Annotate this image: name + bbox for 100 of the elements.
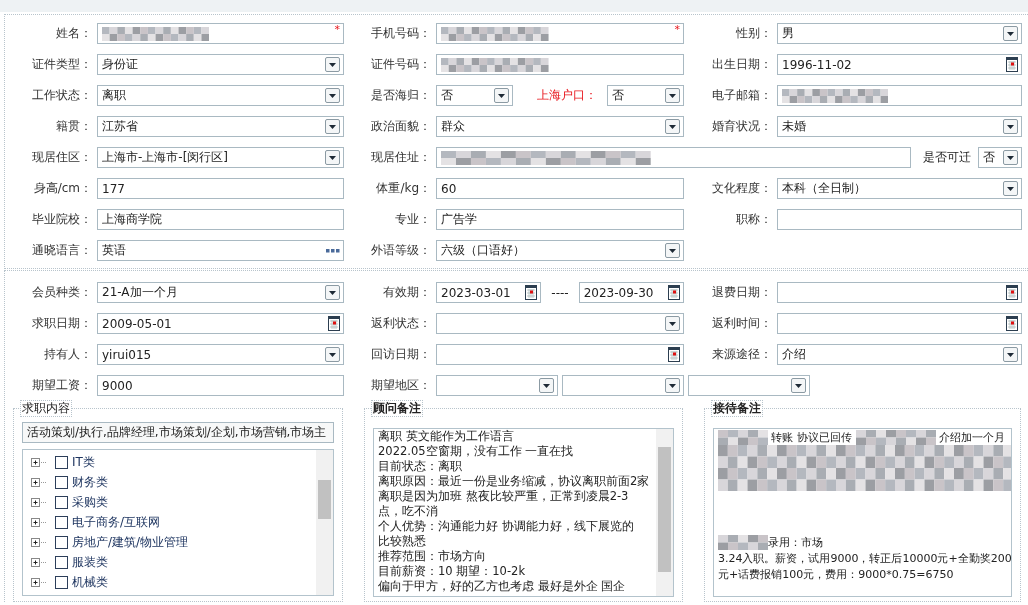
checkbox[interactable] <box>55 575 68 589</box>
field-label: 性别： <box>735 25 773 42</box>
checkbox[interactable] <box>55 515 68 529</box>
dropdown[interactable]: 江苏省 <box>97 116 344 137</box>
text-field[interactable]: 177 <box>97 178 344 199</box>
dropdown[interactable] <box>562 375 684 396</box>
dropdown[interactable]: 离职 <box>97 85 344 106</box>
dropdown[interactable]: 否 <box>607 85 684 106</box>
expand-icon[interactable] <box>31 457 47 467</box>
dropdown[interactable]: 上海市-上海市-[闵行区] <box>97 147 344 168</box>
field-label: 有效期： <box>382 284 432 301</box>
note-line: 目前状态：离职 <box>378 459 463 474</box>
date-field[interactable]: 1996-11-02 <box>777 54 1022 75</box>
expand-icon[interactable] <box>31 577 47 587</box>
dropdown[interactable]: 本科（全日制） <box>777 178 1022 199</box>
dropdown[interactable]: 群众 <box>436 116 684 137</box>
dropdown[interactable]: yirui015 <box>97 344 344 365</box>
group-title: 接待备注 <box>711 400 763 417</box>
calendar-icon <box>1006 316 1018 331</box>
field-label: 返利时间： <box>711 315 773 332</box>
checkbox[interactable] <box>55 495 68 509</box>
blurred-text-drawing <box>718 534 768 550</box>
text-field[interactable] <box>777 209 1022 230</box>
field-label: 期望工资： <box>31 377 93 394</box>
text-field[interactable]: 英语 <box>97 240 344 261</box>
tree-item[interactable]: 电子商务/互联网 <box>72 513 161 531</box>
dropdown[interactable]: 未婚 <box>777 116 1022 137</box>
date-field[interactable]: 2023-09-30 <box>578 282 684 303</box>
field-label: 婚育状况： <box>711 118 773 135</box>
field-label: 工作状态： <box>31 87 93 104</box>
date-field[interactable]: 2009-05-01 <box>97 313 344 334</box>
dropdown[interactable]: 否 <box>436 85 513 106</box>
field-label: 现居住址： <box>370 149 432 166</box>
field-label: 会员种类： <box>31 284 93 301</box>
note-line: 个人优势：沟通能力好 协调能力好，线下展览的 <box>378 519 635 534</box>
range-separator: ---- <box>551 285 569 300</box>
text-field[interactable]: * <box>97 23 344 44</box>
date-field[interactable]: 2023-03-01 <box>436 282 542 303</box>
text-field[interactable] <box>436 54 684 75</box>
text-field[interactable] <box>777 85 1022 106</box>
tree-item[interactable]: 采购类 <box>72 493 108 511</box>
text-field[interactable]: * <box>436 23 684 44</box>
scrollbar[interactable] <box>316 450 333 595</box>
field-label: 证件号码： <box>370 56 432 73</box>
dropdown[interactable] <box>688 375 810 396</box>
tree-item[interactable]: 房地产/建筑/物业管理 <box>72 533 189 551</box>
expand-icon[interactable] <box>31 497 47 507</box>
field-label: 职称： <box>735 211 773 228</box>
note-text: 转账 协议已回传 <box>770 429 853 445</box>
field-label: 身高/cm： <box>32 180 93 197</box>
checkbox[interactable] <box>55 455 68 469</box>
text-field[interactable]: 上海商学院 <box>97 209 344 230</box>
dropdown[interactable]: 介绍 <box>777 344 1022 365</box>
note-text: 3.24入职。薪资，试用9000，转正后10000元+全勤奖200 <box>718 550 1011 566</box>
tree-item[interactable]: 机械类 <box>72 573 108 591</box>
text-field[interactable] <box>436 147 911 168</box>
expand-icon[interactable] <box>31 517 47 527</box>
note-line: 比较熟悉 <box>378 534 427 549</box>
date-field[interactable] <box>777 313 1022 334</box>
checkbox[interactable] <box>55 535 68 549</box>
field-label: 证件类型： <box>31 56 93 73</box>
field-label: 手机号码： <box>370 25 432 42</box>
note-line: 点，吃不消 <box>378 504 439 519</box>
text-area[interactable]: 离职 英文能作为工作语言 2022.05空窗期，没有工作 一直在找 目前状态：离职 离职原因：最近一份是业务缩减，协议离职前面2家 离职是因为加班 熬夜比较严重，正常到凌晨2-3 点，吃不消 个人优势：沟通能力好 协调能力好，线下展览的 比较熟悉 推荐范围：市场方向 目前薪资：10 期望：10-2k 偏向于甲方，好的乙方也考虑 最好是外企 国企 <box>373 428 674 597</box>
text-area[interactable]: 转账 协议已回传 介绍加一个月 录用：市场 3.24入职。薪资，试用9000，转正后10000元+全勤奖200 元+话费报销100元，费用：9000*0.75=6750 <box>713 428 1012 597</box>
expand-icon[interactable] <box>31 557 47 567</box>
calendar-icon <box>1006 57 1018 72</box>
field-label: 外语等级： <box>370 242 432 259</box>
dropdown[interactable]: 六级（口语好） <box>436 240 684 261</box>
calendar-icon <box>525 285 538 300</box>
scrollbar[interactable] <box>656 429 673 596</box>
field-label: 通晓语言： <box>31 242 93 259</box>
checkbox[interactable] <box>55 555 68 569</box>
field-label: 持有人： <box>43 346 93 363</box>
checkbox[interactable] <box>55 475 68 489</box>
expand-icon[interactable] <box>31 537 47 547</box>
dropdown[interactable]: 否 <box>978 147 1022 168</box>
group-title: 顾问备注 <box>371 400 423 417</box>
field-label: 是否海归： <box>370 87 432 104</box>
tree-item[interactable]: 服装类 <box>72 553 108 571</box>
note-line: 离职原因：最近一份是业务缩减，协议离职前面2家 <box>378 474 651 489</box>
text-field[interactable]: 活动策划/执行,品牌经理,市场策划/企划,市场营销,市场主 <box>22 422 334 443</box>
date-field[interactable] <box>777 282 1022 303</box>
date-field[interactable] <box>436 344 684 365</box>
tree-item[interactable]: 财务类 <box>72 473 108 491</box>
dropdown[interactable]: 21-A加一个月 <box>97 282 344 303</box>
dropdown[interactable] <box>436 375 558 396</box>
expand-icon[interactable] <box>31 477 47 487</box>
note-line: 离职是因为加班 熬夜比较严重，正常到凌晨2-3 <box>378 489 630 504</box>
field-label: 求职日期： <box>31 315 93 332</box>
text-field[interactable]: 广告学 <box>436 209 684 230</box>
note-text: 录用：市场 <box>768 534 823 550</box>
field-label: 政治面貌： <box>370 118 432 135</box>
group-title: 求职内容 <box>20 400 72 417</box>
note-line: 离职 英文能作为工作语言 <box>378 429 515 444</box>
text-field[interactable]: 9000 <box>97 375 344 396</box>
text-field[interactable]: 60 <box>436 178 684 199</box>
dropdown[interactable]: 身份证 <box>97 54 344 75</box>
tree-item[interactable]: IT类 <box>72 453 95 471</box>
dropdown[interactable]: 男 <box>777 23 1022 44</box>
